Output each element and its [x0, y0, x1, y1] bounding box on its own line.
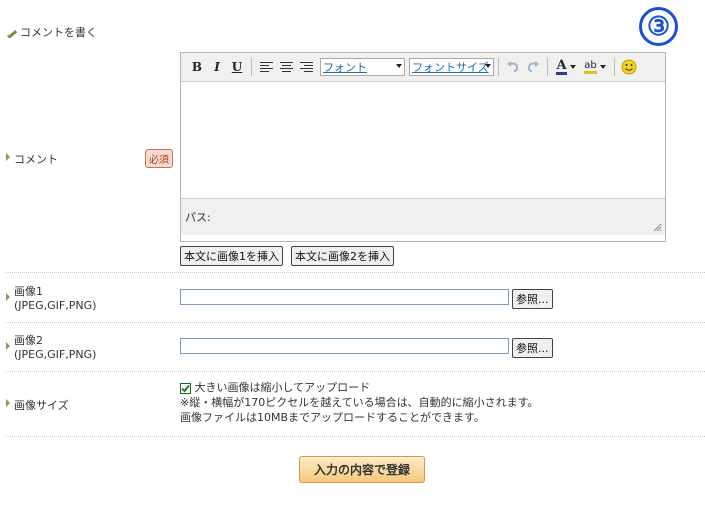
image2-label-block: 画像2 (JPEG,GIF,PNG): [14, 334, 96, 362]
section-header: コメントを書く: [6, 24, 97, 40]
resize-handle-icon[interactable]: [652, 222, 662, 232]
chevron-down-icon: [569, 65, 576, 69]
rich-text-editor: B I U フォント フォントサイズ A ab パス:: [180, 52, 666, 242]
highlight-icon: ab: [584, 60, 597, 74]
align-right-icon: [299, 62, 313, 72]
image-size-label-row: 画像サイズ: [6, 397, 69, 413]
step-number-badge: ③: [639, 7, 678, 46]
filesize-note: 画像ファイルは10MBまでアップロードすることができます。: [180, 411, 485, 424]
align-right-button[interactable]: [296, 57, 316, 77]
editor-status-bar: パス:: [181, 198, 665, 235]
font-select-value: フォント: [323, 61, 367, 74]
text-color-button[interactable]: A: [552, 57, 580, 77]
emoticon-button[interactable]: [619, 57, 639, 77]
undo-icon: [507, 61, 519, 72]
image-size-label: 画像サイズ: [14, 399, 69, 412]
divider: [6, 436, 705, 437]
checkmark-icon: [181, 384, 190, 392]
chevron-down-icon: [396, 64, 402, 68]
triangle-bullet-icon: [6, 153, 10, 161]
font-size-select-value: フォントサイズ: [412, 61, 489, 74]
image-size-options: 大きい画像は縮小してアップロード ※縦・横幅が170ピクセルを越えている場合は、…: [180, 380, 539, 425]
bold-button[interactable]: B: [187, 57, 207, 77]
triangle-bullet-icon: [6, 342, 10, 350]
toolbar-separator: [251, 58, 252, 76]
divider: [6, 322, 705, 323]
path-label: パス:: [185, 211, 211, 224]
font-select[interactable]: フォント: [320, 58, 405, 76]
comment-label: コメント: [14, 153, 58, 166]
redo-button[interactable]: [523, 57, 543, 77]
image1-label-row: 画像1 (JPEG,GIF,PNG): [6, 285, 96, 313]
redo-icon: [527, 61, 539, 72]
image1-file-input[interactable]: [180, 289, 509, 305]
image2-browse-button[interactable]: 参照...: [512, 338, 553, 358]
align-center-icon: [279, 62, 293, 72]
toolbar-separator: [614, 58, 615, 76]
toolbar-separator: [547, 58, 548, 76]
image2-formats: (JPEG,GIF,PNG): [14, 348, 97, 361]
chevron-down-icon: [485, 64, 491, 68]
image1-browse-button[interactable]: 参照...: [512, 289, 553, 309]
resize-checkbox[interactable]: [180, 382, 191, 394]
required-badge: 必須: [145, 149, 173, 168]
editor-toolbar: B I U フォント フォントサイズ A ab: [181, 53, 665, 82]
italic-button[interactable]: I: [207, 57, 227, 77]
chevron-down-icon: [599, 65, 606, 69]
triangle-bullet-icon: [6, 399, 10, 407]
divider: [6, 371, 705, 372]
pencil-icon: [7, 30, 18, 38]
insert-image2-button[interactable]: 本文に画像2を挿入: [291, 246, 394, 266]
submit-button[interactable]: 入力の内容で登録: [299, 456, 425, 483]
image1-label-block: 画像1 (JPEG,GIF,PNG): [14, 285, 96, 313]
image2-label: 画像2: [14, 334, 43, 347]
align-left-icon: [259, 62, 273, 72]
text-color-icon: A: [556, 57, 567, 75]
image2-file-input[interactable]: [180, 338, 509, 354]
image2-label-row: 画像2 (JPEG,GIF,PNG): [6, 334, 96, 362]
align-left-button[interactable]: [256, 57, 276, 77]
triangle-bullet-icon: [6, 293, 10, 301]
insert-image1-button[interactable]: 本文に画像1を挿入: [180, 246, 283, 266]
section-title: コメントを書く: [20, 26, 97, 39]
divider: [6, 272, 705, 273]
comment-label-row: コメント: [6, 151, 58, 167]
underline-button[interactable]: U: [227, 57, 247, 77]
undo-button[interactable]: [503, 57, 523, 77]
toolbar-separator: [498, 58, 499, 76]
resize-option: 大きい画像は縮小してアップロード: [180, 380, 539, 395]
font-size-select[interactable]: フォントサイズ: [409, 58, 494, 76]
resize-checkbox-label: 大きい画像は縮小してアップロード: [194, 381, 371, 394]
image1-formats: (JPEG,GIF,PNG): [14, 299, 97, 312]
smiley-icon: [621, 59, 637, 75]
comment-text-area[interactable]: [181, 82, 665, 198]
resize-note: ※縦・横幅が170ピクセルを越えている場合は、自動的に縮小されます。: [180, 396, 539, 409]
highlight-button[interactable]: ab: [580, 57, 610, 77]
image1-label: 画像1: [14, 285, 43, 298]
align-center-button[interactable]: [276, 57, 296, 77]
